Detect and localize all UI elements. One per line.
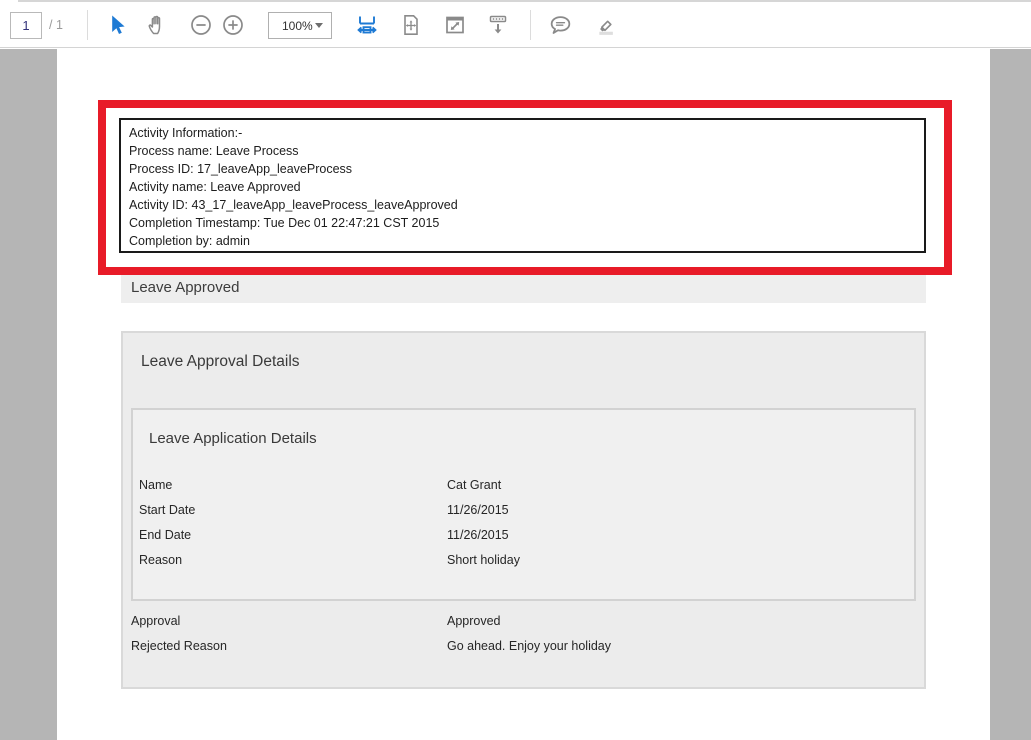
- page-count-label: / 1: [49, 18, 63, 32]
- zoom-level-value: 100%: [282, 19, 315, 33]
- panel-title: Leave Approval Details: [141, 353, 300, 371]
- panel-title: Leave Application Details: [149, 430, 317, 447]
- fit-width-button[interactable]: [352, 10, 382, 40]
- section-header: Leave Approved: [121, 272, 926, 303]
- field-label: Approval: [131, 614, 180, 628]
- fit-width-icon: [355, 13, 379, 37]
- field-row-name: Name Cat Grant: [139, 478, 909, 494]
- highlight-tool-button[interactable]: [588, 10, 618, 40]
- field-value: 11/26/2015: [447, 503, 509, 517]
- field-label: End Date: [139, 528, 191, 542]
- page-number-input[interactable]: [10, 12, 42, 39]
- field-value: 11/26/2015: [447, 528, 509, 542]
- hide-toolbar-button[interactable]: [483, 10, 513, 40]
- expand-window-icon: [443, 13, 467, 37]
- fit-page-icon: [399, 13, 423, 37]
- leave-approval-details-panel: Leave Approval Details Leave Application…: [121, 331, 926, 689]
- fit-page-button[interactable]: [396, 10, 426, 40]
- hand-icon: [145, 13, 169, 37]
- field-value: Cat Grant: [447, 478, 501, 492]
- section-title: Leave Approved: [131, 279, 239, 296]
- highlighter-icon: [591, 13, 616, 38]
- presentation-mode-button[interactable]: [440, 10, 470, 40]
- field-row-start-date: Start Date 11/26/2015: [139, 503, 909, 519]
- field-label: Rejected Reason: [131, 639, 227, 653]
- plus-circle-icon: [221, 13, 245, 37]
- comment-tool-button[interactable]: [545, 10, 575, 40]
- field-row-rejected-reason: Rejected Reason Go ahead. Enjoy your hol…: [131, 639, 911, 655]
- zoom-level-select[interactable]: 100%: [268, 12, 332, 39]
- field-row-approval: Approval Approved: [131, 614, 911, 630]
- zoom-out-button[interactable]: [186, 10, 216, 40]
- speech-bubble-icon: [548, 13, 573, 38]
- dock-toolbar-down-icon: [486, 13, 510, 37]
- field-value: Short holiday: [447, 553, 520, 567]
- viewer-area: Activity Information:- Process name: Lea…: [0, 49, 1031, 740]
- field-value: Go ahead. Enjoy your holiday: [447, 639, 611, 653]
- pdf-page: Activity Information:- Process name: Lea…: [57, 49, 990, 740]
- field-label: Name: [139, 478, 172, 492]
- field-label: Reason: [139, 553, 182, 567]
- minus-circle-icon: [189, 13, 213, 37]
- field-row-end-date: End Date 11/26/2015: [139, 528, 909, 544]
- chevron-down-icon: [315, 23, 323, 28]
- zoom-in-button[interactable]: [218, 10, 248, 40]
- pan-tool-button[interactable]: [142, 10, 172, 40]
- field-row-reason: Reason Short holiday: [139, 553, 909, 569]
- field-value: Approved: [447, 614, 501, 628]
- field-label: Start Date: [139, 503, 195, 517]
- toolbar-separator: [530, 10, 531, 40]
- toolbar-separator: [87, 10, 88, 40]
- pdf-toolbar: / 1 100%: [0, 2, 1031, 48]
- select-tool-button[interactable]: [102, 10, 132, 40]
- leave-application-details-panel: Leave Application Details Name Cat Grant…: [131, 408, 916, 601]
- cursor-arrow-icon: [105, 13, 129, 37]
- red-highlight-rectangle: [98, 100, 952, 275]
